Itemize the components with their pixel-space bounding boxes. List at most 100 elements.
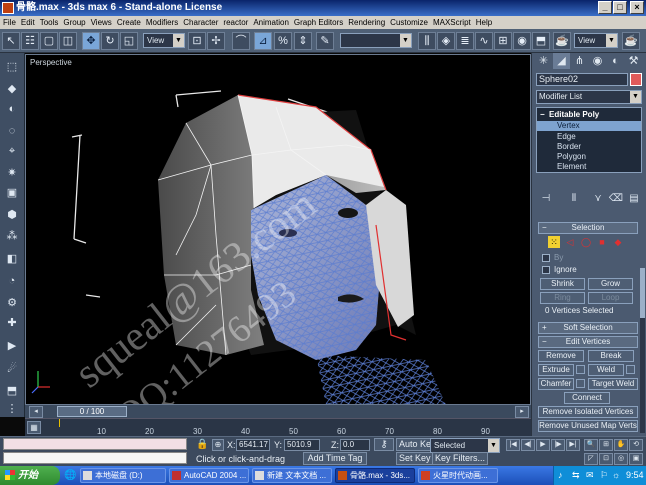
- remove-isolated-vertices-button[interactable]: Remove Isolated Vertices: [538, 406, 638, 418]
- helpers-tab-icon[interactable]: ⌖: [4, 143, 20, 159]
- menu-tools[interactable]: Tools: [37, 16, 61, 29]
- polygon-mode-icon[interactable]: ■: [596, 236, 608, 248]
- render-scene-icon[interactable]: ⬒: [532, 32, 550, 50]
- display-tab-icon[interactable]: ◐: [607, 53, 624, 69]
- volume-icon[interactable]: ♪: [558, 470, 563, 480]
- play-icon[interactable]: ▶: [536, 439, 550, 451]
- stack-item-element[interactable]: Element: [537, 162, 641, 172]
- command-panel-scrollbar[interactable]: [640, 268, 645, 433]
- stack-item-editable-poly[interactable]: − Editable Poly: [537, 110, 641, 120]
- break-button[interactable]: Break: [588, 350, 634, 362]
- create-tab-icon[interactable]: ✳: [535, 53, 552, 69]
- zoom-icon[interactable]: 🔍: [584, 439, 598, 451]
- next-frame-icon[interactable]: |▶: [551, 439, 565, 451]
- absolute-mode-icon[interactable]: ⊕: [212, 439, 224, 451]
- pin-stack-icon[interactable]: ⊣: [538, 192, 554, 206]
- menu-modifiers[interactable]: Modifiers: [143, 16, 180, 29]
- mirror-icon[interactable]: ⫼: [418, 32, 436, 50]
- by-vertex-checkbox[interactable]: [542, 254, 550, 262]
- extrude-button[interactable]: Extrude: [538, 364, 574, 376]
- snap-toggle-icon[interactable]: ⌒: [232, 32, 250, 50]
- select-and-scale-icon[interactable]: ◱: [120, 32, 138, 50]
- remove-unused-map-verts-button[interactable]: Remove Unused Map Verts: [538, 420, 638, 432]
- pan-icon[interactable]: ✋: [614, 439, 628, 451]
- time-prev-icon[interactable]: ◂: [29, 406, 43, 418]
- nurbs-tab-icon[interactable]: ◔: [4, 273, 20, 289]
- task-autocad[interactable]: AutoCAD 2004 ...: [169, 468, 249, 483]
- spacewarps-tab-icon[interactable]: ✷: [4, 165, 20, 181]
- reference-coordinate-dropdown[interactable]: View ▼: [143, 33, 185, 48]
- chamfer-settings-icon[interactable]: [576, 379, 585, 388]
- menu-rendering[interactable]: Rendering: [345, 16, 387, 29]
- viewport-label[interactable]: Perspective: [30, 58, 72, 67]
- menu-graph-editors[interactable]: Graph Editors: [291, 16, 345, 29]
- vertex-mode-icon[interactable]: ⁙: [548, 236, 560, 248]
- modifiers-tab-icon[interactable]: ✚: [4, 315, 20, 331]
- window-crossing-icon[interactable]: ◫: [59, 32, 77, 50]
- edit-vertices-rollout-header[interactable]: − Edit Vertices: [538, 336, 638, 348]
- menu-create[interactable]: Create: [114, 16, 143, 29]
- angle-snap-icon[interactable]: ⊿: [254, 32, 272, 50]
- ring-button[interactable]: Ring: [540, 292, 585, 304]
- arc-rotate-icon[interactable]: ◎: [614, 453, 628, 465]
- select-and-rotate-icon[interactable]: ↻: [101, 32, 119, 50]
- element-mode-icon[interactable]: ◆: [612, 236, 624, 248]
- trackbar-filter-icon[interactable]: ▦: [27, 421, 41, 434]
- soft-selection-rollout-header[interactable]: + Soft Selection: [538, 322, 638, 334]
- layer-manager-icon[interactable]: ≣: [456, 32, 474, 50]
- ime-icon[interactable]: ✉: [586, 470, 594, 481]
- particles-tab-icon[interactable]: ⁂: [4, 228, 20, 244]
- modifier-list-dropdown[interactable]: Modifier List ▼: [536, 90, 642, 104]
- configure-sets-icon[interactable]: ▤: [626, 192, 642, 206]
- start-button[interactable]: 开始: [0, 466, 60, 485]
- pivot-center-icon[interactable]: ⊡: [188, 32, 206, 50]
- menu-reactor[interactable]: reactor: [220, 16, 250, 29]
- systems-tab-icon[interactable]: ▣: [4, 185, 20, 201]
- show-end-result-icon[interactable]: ⫴: [566, 192, 582, 206]
- percent-snap-icon[interactable]: %: [274, 32, 292, 50]
- grow-button[interactable]: Grow: [588, 278, 633, 290]
- menu-character[interactable]: Character: [180, 16, 220, 29]
- maximize-button[interactable]: □: [613, 1, 627, 14]
- connect-button[interactable]: Connect: [564, 392, 610, 404]
- compounds-tab-icon[interactable]: ⬢: [4, 207, 20, 223]
- track-bar[interactable]: ▦ 10 20 30 40 50 60 70 80 90: [25, 418, 531, 436]
- quick-launch-icon[interactable]: 🌐: [64, 470, 76, 481]
- misc-tab-icon[interactable]: ⋮: [4, 401, 20, 417]
- maxscript-listener-output[interactable]: [3, 452, 187, 464]
- render-tab-icon[interactable]: ⬒: [4, 383, 20, 399]
- rect-selection-region-icon[interactable]: ▢: [40, 32, 58, 50]
- add-time-tag-button[interactable]: Add Time Tag: [303, 452, 367, 465]
- maxscript-listener-input[interactable]: [3, 438, 187, 450]
- named-selection-sets-dropdown[interactable]: ▼: [340, 33, 412, 48]
- select-and-manipulate-icon[interactable]: ✢: [207, 32, 225, 50]
- motion-tab-icon[interactable]: ◉: [589, 53, 606, 69]
- schematic-view-icon[interactable]: ⊞: [494, 32, 512, 50]
- task-3dsmax[interactable]: 骨骼.max - 3ds...: [335, 468, 415, 483]
- perspective-viewport[interactable]: Perspective squeal@163.com QQ:11276493: [25, 54, 531, 406]
- modifier-stack[interactable]: − Editable Poly Vertex Edge Border Polygo…: [536, 107, 642, 173]
- task-notepad[interactable]: 新建 文本文档 ...: [252, 468, 332, 483]
- loop-button[interactable]: Loop: [588, 292, 633, 304]
- material-editor-icon[interactable]: ◉: [513, 32, 531, 50]
- render-last-icon[interactable]: ☕: [622, 32, 640, 50]
- menu-customize[interactable]: Customize: [387, 16, 430, 29]
- remove-button[interactable]: Remove: [538, 350, 584, 362]
- align-icon[interactable]: ◈: [437, 32, 455, 50]
- stack-item-polygon[interactable]: Polygon: [537, 152, 641, 162]
- render-type-dropdown[interactable]: View ▼: [574, 33, 618, 48]
- menu-group[interactable]: Group: [60, 16, 87, 29]
- objects-tab-icon[interactable]: ⬚: [4, 59, 20, 75]
- menu-help[interactable]: Help: [473, 16, 494, 29]
- menu-views[interactable]: Views: [88, 16, 114, 29]
- menu-animation[interactable]: Animation: [250, 16, 291, 29]
- reactor-tab-icon[interactable]: ☄: [4, 361, 20, 377]
- go-to-end-icon[interactable]: ▶|: [566, 439, 580, 451]
- set-key-icon[interactable]: ⚷: [374, 438, 394, 451]
- task-local-disk[interactable]: 本地磁盘 (D:): [80, 468, 166, 483]
- stack-item-border[interactable]: Border: [537, 142, 641, 152]
- animation-tab-icon[interactable]: ▶: [4, 338, 20, 354]
- x-coordinate-field[interactable]: 6541.17: [236, 439, 270, 451]
- chamfer-button[interactable]: Chamfer: [538, 378, 574, 390]
- close-button[interactable]: ×: [630, 1, 644, 14]
